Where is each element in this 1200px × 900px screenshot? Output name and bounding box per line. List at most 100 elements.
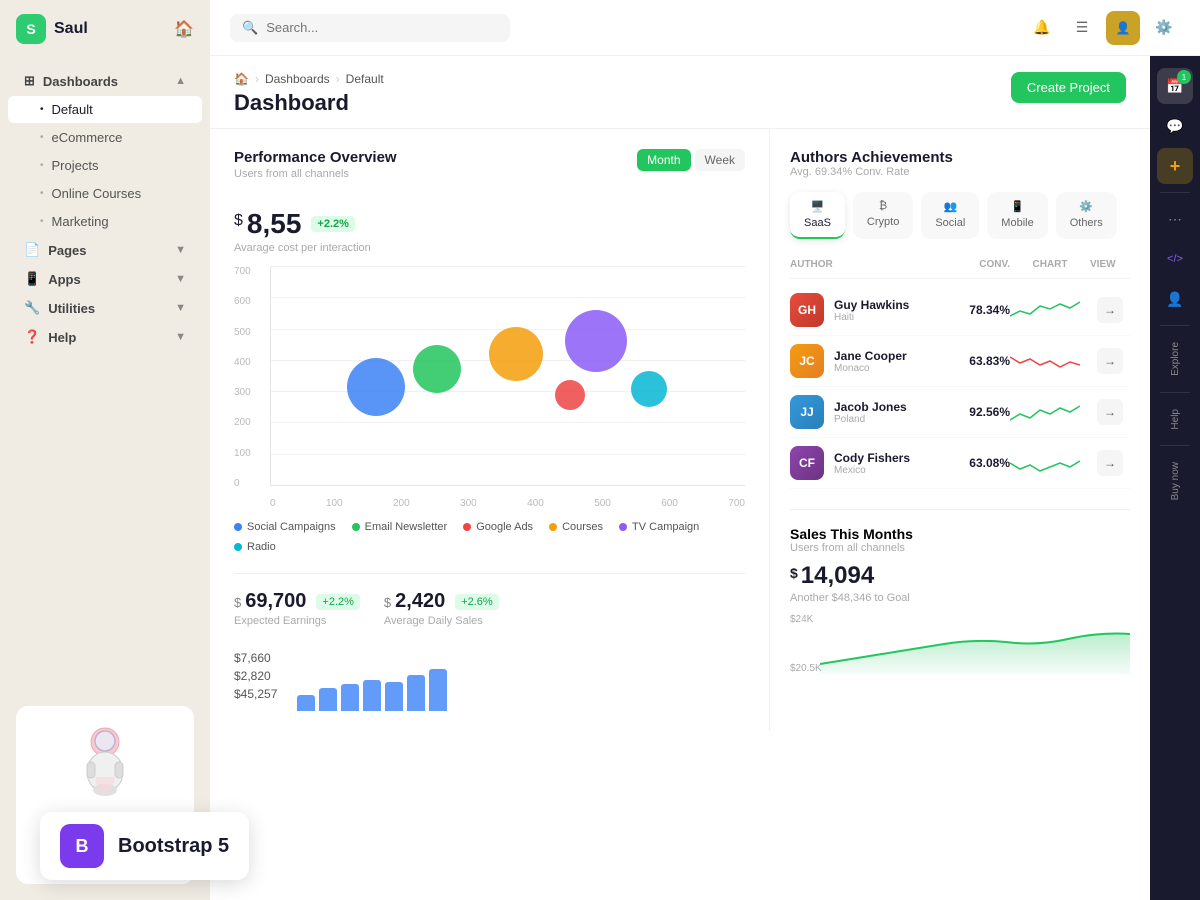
- astronaut-illustration: [65, 722, 145, 802]
- page: 🏠 › Dashboards › Default Dashboard Creat…: [210, 56, 1150, 900]
- authors-subtitle: Avg. 69.34% Conv. Rate: [790, 166, 1130, 178]
- tab-crypto[interactable]: ₿ Crypto: [853, 192, 913, 239]
- search-input[interactable]: [266, 20, 498, 35]
- main-area: 🔍 🔔 ☰ 👤 ⚙️ 🏠 › Dashboards ›: [210, 0, 1200, 900]
- expected-earnings: $ 69,700 +2.2% Expected Earnings: [234, 590, 360, 639]
- author-chart-3: [1010, 398, 1090, 426]
- performance-subtitle: Users from all channels: [234, 168, 397, 180]
- saas-tab-icon: 🖥️: [811, 200, 825, 213]
- view-btn-2[interactable]: →: [1097, 348, 1123, 374]
- expected-badge: +2.2%: [316, 594, 360, 610]
- rs-add-icon[interactable]: +: [1157, 148, 1193, 184]
- author-avatar-1: GH: [790, 293, 824, 327]
- view-btn-3[interactable]: →: [1097, 399, 1123, 425]
- sidebar-section-utilities[interactable]: 🔧 Utilities ▼: [8, 294, 202, 322]
- create-project-button[interactable]: Create Project: [1011, 72, 1126, 103]
- rs-divider: [1160, 192, 1190, 193]
- breadcrumb-dashboards[interactable]: Dashboards: [265, 72, 330, 86]
- bubble-chart-wrapper: 700 600 500 400 300 200 100 0: [270, 266, 745, 509]
- tab-month[interactable]: Month: [637, 149, 690, 171]
- page-title: Dashboard: [234, 90, 384, 116]
- view-btn-1[interactable]: →: [1097, 297, 1123, 323]
- daily-label: Average Daily Sales: [384, 615, 499, 627]
- sidebar-section-pages[interactable]: 📄 Pages ▼: [8, 236, 202, 264]
- menu-icon[interactable]: ☰: [1066, 12, 1098, 44]
- authors-title: Authors Achievements: [790, 149, 1130, 166]
- bar-2: [319, 688, 337, 711]
- others-tab-icon: ⚙️: [1079, 200, 1093, 213]
- daily-value: 2,420: [395, 590, 445, 613]
- back-icon[interactable]: 🏠: [174, 19, 194, 39]
- author-country-2: Monaco: [834, 363, 940, 374]
- sidebar-logo: S: [16, 14, 46, 44]
- sidebar-item-projects[interactable]: Projects: [8, 152, 202, 179]
- table-row: CF Cody Fishers Mexico 63.08%: [790, 438, 1130, 489]
- author-country-3: Poland: [834, 414, 940, 425]
- th-chart: CHART: [1010, 259, 1090, 270]
- search-box[interactable]: 🔍: [230, 14, 510, 42]
- utilities-icon: 🔧: [24, 300, 40, 316]
- sidebar-item-ecommerce[interactable]: eCommerce: [8, 124, 202, 151]
- bubble-chart: [270, 266, 745, 486]
- rs-buynow-label[interactable]: Buy now: [1170, 454, 1181, 508]
- table-header: AUTHOR CONV. CHART VIEW: [790, 255, 1130, 279]
- dashboards-arrow: ▲: [175, 75, 186, 87]
- performance-header: Performance Overview Users from all chan…: [234, 149, 745, 192]
- rs-code-icon[interactable]: </>: [1157, 241, 1193, 277]
- tab-others[interactable]: ⚙️ Others: [1056, 192, 1117, 239]
- sidebar-section-apps[interactable]: 📱 Apps ▼: [8, 265, 202, 293]
- tab-social[interactable]: 👥 Social: [921, 192, 979, 239]
- tab-saas[interactable]: 🖥️ SaaS: [790, 192, 845, 239]
- th-view: VIEW: [1090, 259, 1130, 270]
- dashboards-label: Dashboards: [43, 74, 118, 89]
- breadcrumb-current: Default: [346, 72, 384, 86]
- sidebar-section-help[interactable]: ❓ Help ▼: [8, 323, 202, 351]
- sidebar-section-dashboards[interactable]: ⊞ Dashboards ▲: [8, 67, 202, 95]
- left-panel: Performance Overview Users from all chan…: [210, 129, 770, 731]
- chart-legend: Social Campaigns Email Newsletter Google…: [234, 521, 745, 553]
- notification-icon[interactable]: 🔔: [1026, 12, 1058, 44]
- sidebar-item-online-courses[interactable]: Online Courses: [8, 180, 202, 207]
- y-axis: 700 600 500 400 300 200 100 0: [234, 266, 264, 489]
- rs-user-icon[interactable]: 👤: [1157, 281, 1193, 317]
- sales-goal: Another $48,346 to Goal: [790, 592, 1130, 604]
- tab-mobile[interactable]: 📱 Mobile: [987, 192, 1047, 239]
- legend-radio: Radio: [234, 541, 276, 553]
- sidebar-item-default[interactable]: Default: [8, 96, 202, 123]
- legend-tv: TV Campaign: [619, 521, 699, 533]
- bottom-stats: $7,660 $2,820 $45,257: [234, 651, 745, 711]
- settings-icon[interactable]: ⚙️: [1148, 12, 1180, 44]
- bubble-google: [489, 327, 543, 381]
- topbar: 🔍 🔔 ☰ 👤 ⚙️: [210, 0, 1200, 56]
- social-tab-icon: 👥: [943, 200, 957, 213]
- rs-calendar-icon[interactable]: 📅 1: [1157, 68, 1193, 104]
- rs-chat-icon[interactable]: 💬: [1157, 108, 1193, 144]
- dashboards-icon: ⊞: [24, 73, 35, 89]
- bubble-social: [347, 358, 405, 416]
- sidebar-item-marketing[interactable]: Marketing: [8, 208, 202, 235]
- content-area: 🏠 › Dashboards › Default Dashboard Creat…: [210, 56, 1200, 900]
- table-row: GH Guy Hawkins Haiti 78.34%: [790, 285, 1130, 336]
- user-avatar[interactable]: 👤: [1106, 11, 1140, 45]
- bar-chart: [297, 651, 447, 711]
- rs-divider-4: [1160, 445, 1190, 446]
- bar-1: [297, 695, 315, 711]
- app-name: Saul: [54, 20, 88, 38]
- pages-arrow: ▼: [175, 244, 186, 256]
- author-conv-1: 78.34%: [940, 303, 1010, 317]
- rs-explore-label[interactable]: Explore: [1170, 334, 1181, 384]
- author-avatar-2: JC: [790, 344, 824, 378]
- bar-3: [341, 684, 359, 711]
- apps-label: Apps: [48, 272, 81, 287]
- rs-dots-icon[interactable]: ⋯: [1157, 201, 1193, 237]
- stat-section: $ 8,55 +2.2% Avarage cost per interactio…: [234, 208, 745, 254]
- rs-divider-3: [1160, 392, 1190, 393]
- help-arrow: ▼: [175, 331, 186, 343]
- bar-7: [429, 669, 447, 711]
- right-panel: Authors Achievements Avg. 69.34% Conv. R…: [770, 129, 1150, 731]
- rs-help-label[interactable]: Help: [1170, 401, 1181, 438]
- breadcrumb-home-icon[interactable]: 🏠: [234, 72, 249, 86]
- view-btn-4[interactable]: →: [1097, 450, 1123, 476]
- tab-week[interactable]: Week: [695, 149, 745, 171]
- rs-divider-2: [1160, 325, 1190, 326]
